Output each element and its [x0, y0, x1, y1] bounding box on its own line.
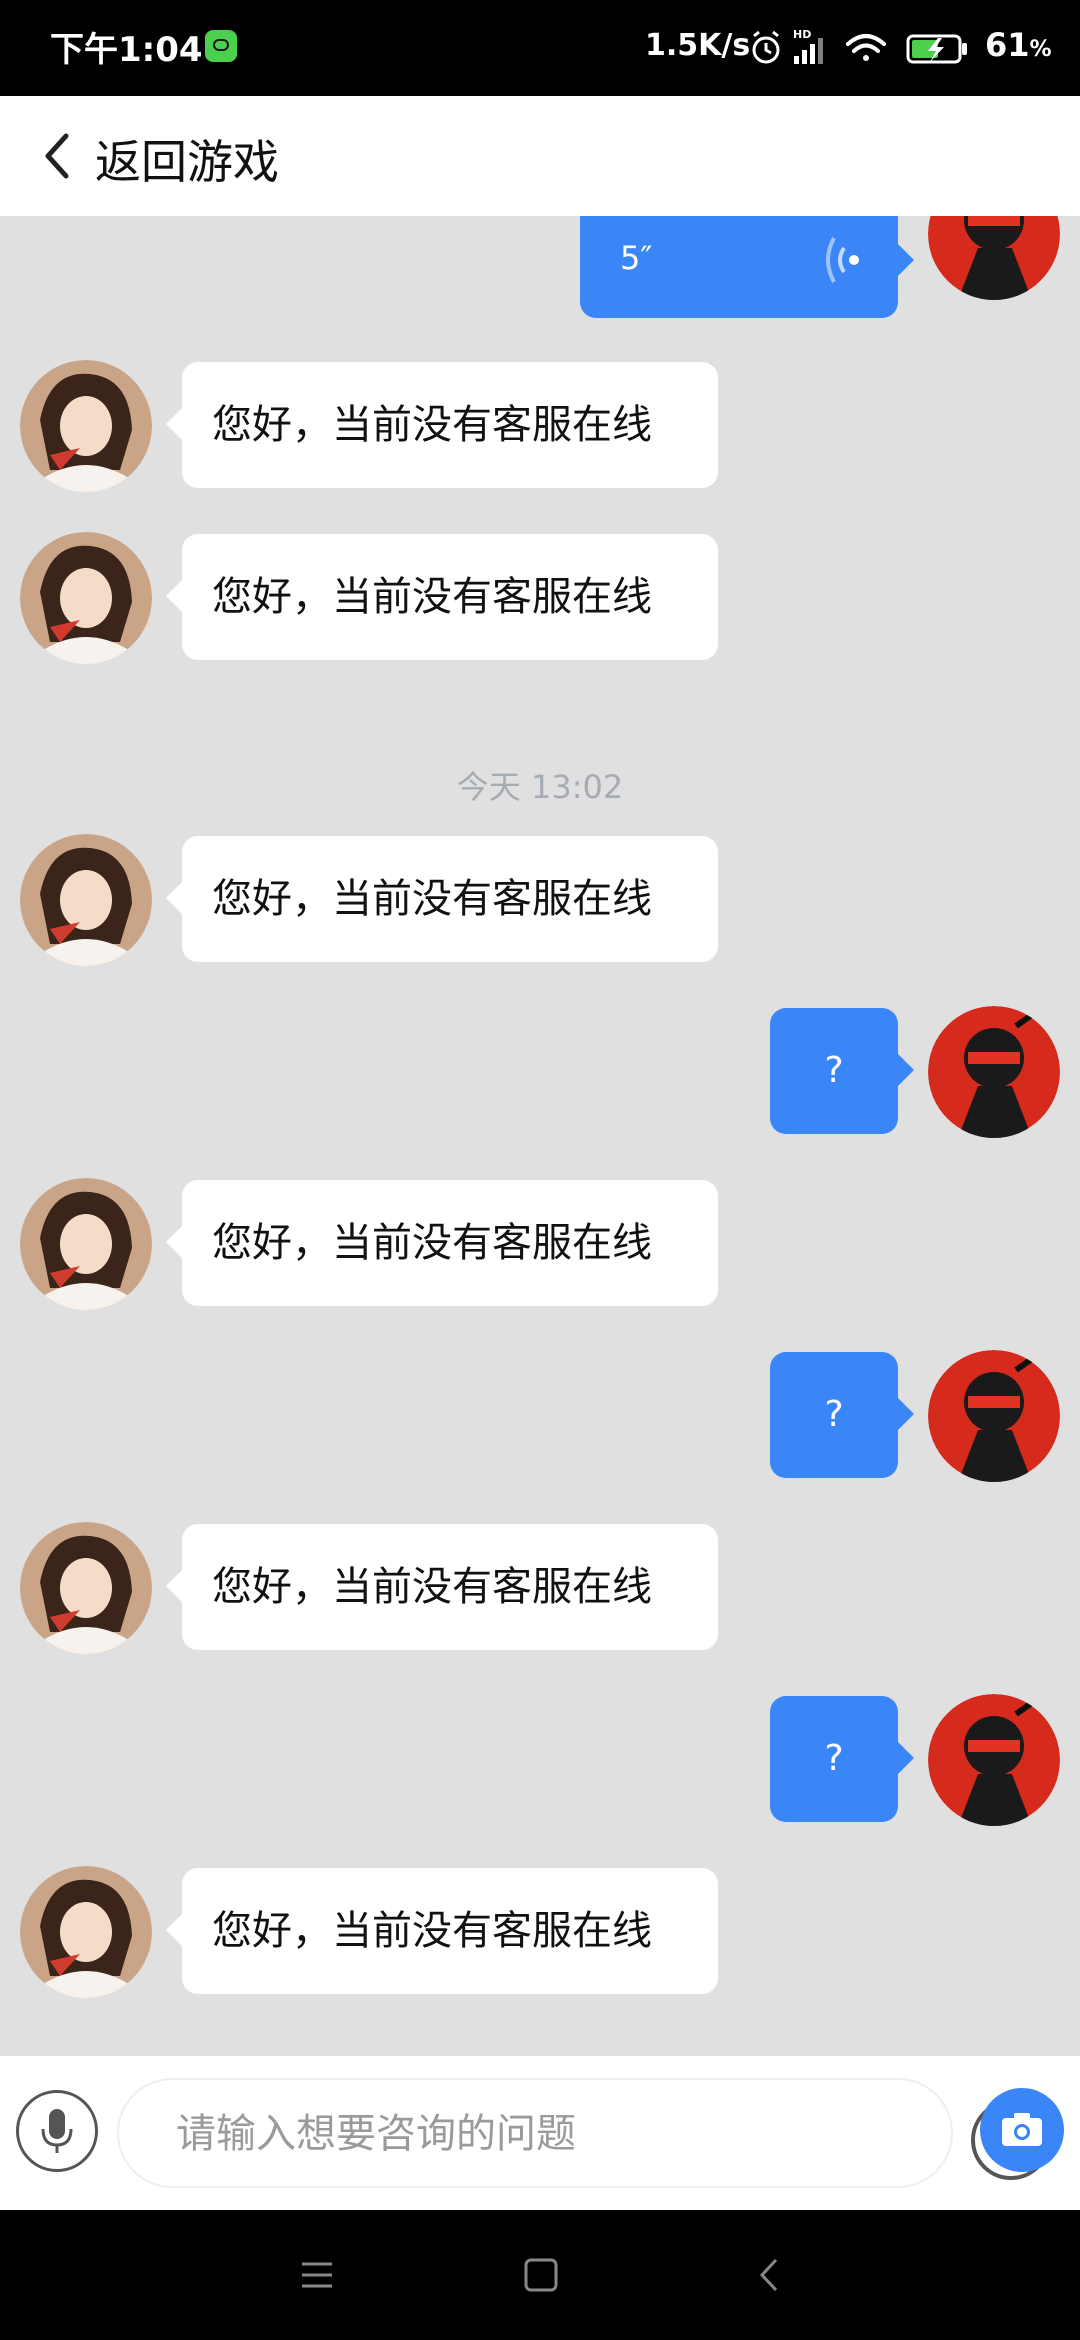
- message-input[interactable]: [174, 2080, 778, 2188]
- battery-percent: 61%: [985, 26, 1052, 64]
- voice-wave-icon: [826, 237, 859, 283]
- user-avatar[interactable]: [928, 1694, 1060, 1826]
- app-header: 返回游戏: [0, 96, 1080, 216]
- back-nav-icon[interactable]: [744, 2250, 794, 2300]
- camera-button[interactable]: [980, 2088, 1064, 2172]
- support-avatar[interactable]: [20, 1178, 152, 1310]
- user-avatar[interactable]: [928, 1350, 1060, 1482]
- support-avatar[interactable]: [20, 834, 152, 966]
- hd-signal-icon: HD: [793, 28, 823, 64]
- camera-icon: [1002, 2113, 1042, 2146]
- user-message-bubble[interactable]: ?: [770, 1352, 914, 1478]
- support-avatar[interactable]: [20, 532, 152, 664]
- support-message-bubble: 您好，当前没有客服在线: [166, 1180, 718, 1306]
- support-message-bubble: 您好，当前没有客服在线: [166, 1868, 718, 1994]
- home-icon[interactable]: [516, 2250, 566, 2300]
- status-time: 下午1:04: [50, 30, 203, 70]
- user-avatar[interactable]: [928, 1006, 1060, 1138]
- app-notification-icon: [205, 30, 237, 62]
- support-message-bubble: 您好，当前没有客服在线: [166, 534, 718, 660]
- network-speed: 1.5K/s: [645, 28, 751, 63]
- chat-timestamp: 今天 13:02: [456, 768, 624, 806]
- support-message-bubble: 您好，当前没有客服在线: [166, 836, 718, 962]
- user-message-bubble[interactable]: ?: [770, 1696, 914, 1822]
- back-to-game-link[interactable]: 返回游戏: [95, 126, 279, 192]
- status-bar: 下午1:04 1.5K/s HD 61%: [0, 0, 1080, 96]
- input-bar: [0, 2056, 1080, 2210]
- system-navigation-bar: [0, 2210, 1080, 2340]
- voice-input-button[interactable]: [16, 2090, 98, 2172]
- support-message-bubble: 您好，当前没有客服在线: [166, 1524, 718, 1650]
- user-avatar[interactable]: [928, 216, 1060, 300]
- support-avatar[interactable]: [20, 1522, 152, 1654]
- menu-icon[interactable]: [292, 2250, 342, 2300]
- user-message-bubble[interactable]: ?: [770, 1008, 914, 1134]
- status-icons: HD: [752, 28, 967, 64]
- voice-duration: 5″: [620, 239, 653, 277]
- voice-message-bubble[interactable]: 5″: [580, 216, 914, 318]
- support-message-bubble: 您好，当前没有客服在线: [166, 362, 718, 488]
- svg-text:HD: HD: [793, 28, 811, 41]
- message-input-container: [117, 2078, 1051, 2188]
- chat-area[interactable]: 5″ 您好，当前没有客服在线 您好，当前没有客服在线 今天 13:02 您好，当…: [0, 216, 1080, 2056]
- wifi-icon: [846, 34, 886, 61]
- support-avatar[interactable]: [20, 1866, 152, 1998]
- support-avatar[interactable]: [20, 360, 152, 492]
- back-icon[interactable]: [36, 130, 76, 182]
- microphone-icon: [41, 2109, 73, 2153]
- alarm-icon: [752, 30, 780, 64]
- battery-charging-icon: [906, 34, 967, 64]
